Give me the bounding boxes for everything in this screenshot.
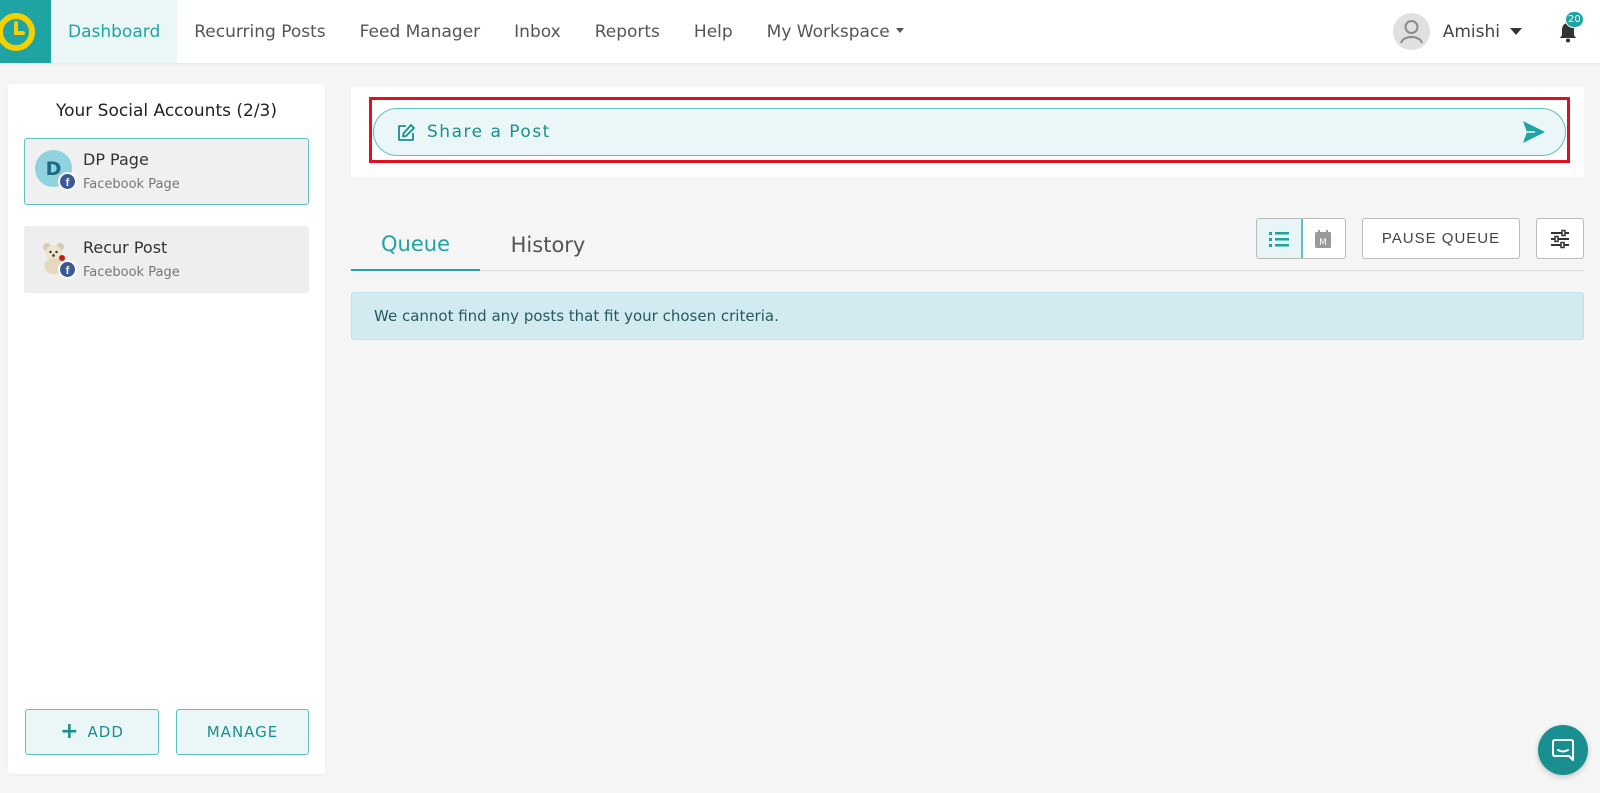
tab-history[interactable]: History bbox=[480, 218, 616, 271]
caret-down-icon bbox=[1510, 28, 1522, 35]
nav-reports[interactable]: Reports bbox=[578, 0, 677, 63]
nav-recurring-posts[interactable]: Recurring Posts bbox=[177, 0, 342, 63]
calendar-view-button[interactable]: M bbox=[1302, 219, 1346, 258]
add-account-button[interactable]: + ADD bbox=[25, 709, 159, 755]
list-view-button[interactable] bbox=[1257, 219, 1303, 258]
nav-my-workspace[interactable]: My Workspace bbox=[750, 0, 921, 63]
main-nav: Dashboard Recurring Posts Feed Manager I… bbox=[51, 0, 921, 63]
chat-support-button[interactable] bbox=[1538, 725, 1588, 775]
account-name: Recur Post bbox=[83, 238, 168, 257]
user-menu[interactable]: Amishi bbox=[1443, 22, 1522, 42]
social-accounts-panel: Your Social Accounts (2/3) D f DP Page F… bbox=[8, 84, 325, 774]
empty-queue-message: We cannot find any posts that fit your c… bbox=[374, 307, 779, 325]
clock-logo-icon bbox=[0, 13, 35, 51]
facebook-icon: f bbox=[58, 260, 77, 279]
facebook-icon: f bbox=[58, 172, 77, 191]
sliders-icon bbox=[1551, 229, 1569, 248]
plus-icon: + bbox=[60, 719, 80, 744]
empty-queue-alert: We cannot find any posts that fit your c… bbox=[351, 292, 1584, 340]
calendar-icon: M bbox=[1315, 229, 1332, 248]
user-name: Amishi bbox=[1442, 21, 1500, 42]
nav-dashboard[interactable]: Dashboard bbox=[51, 0, 178, 63]
notification-count-badge: 20 bbox=[1565, 10, 1584, 28]
share-post-placeholder: Share a Post bbox=[427, 122, 551, 142]
top-navbar: Dashboard Recurring Posts Feed Manager I… bbox=[0, 0, 1600, 63]
account-name: DP Page bbox=[83, 150, 149, 169]
nav-help[interactable]: Help bbox=[677, 0, 750, 63]
user-avatar[interactable] bbox=[1392, 13, 1430, 50]
edit-icon bbox=[398, 124, 415, 141]
view-mode-toggle: M bbox=[1256, 218, 1346, 259]
calendar-icon-letter: M bbox=[1319, 238, 1327, 248]
chat-icon bbox=[1552, 739, 1574, 761]
account-item-recur-post[interactable]: f Recur Post Facebook Page bbox=[24, 226, 309, 293]
list-icon bbox=[1268, 231, 1289, 247]
manage-accounts-label: MANAGE bbox=[206, 723, 279, 741]
account-item-dp-page[interactable]: D f DP Page Facebook Page bbox=[24, 138, 309, 205]
account-type: Facebook Page bbox=[83, 265, 180, 280]
pause-queue-button[interactable]: PAUSE QUEUE bbox=[1362, 218, 1520, 259]
share-post-input[interactable]: Share a Post bbox=[373, 108, 1566, 156]
nav-feed-manager[interactable]: Feed Manager bbox=[343, 0, 497, 63]
add-account-label: ADD bbox=[87, 723, 124, 741]
nav-inbox[interactable]: Inbox bbox=[497, 0, 578, 63]
account-type: Facebook Page bbox=[83, 177, 180, 192]
manage-accounts-button[interactable]: MANAGE bbox=[176, 709, 309, 755]
caret-down-icon bbox=[895, 28, 904, 33]
social-accounts-title: Your Social Accounts (2/3) bbox=[55, 101, 278, 121]
notifications-button[interactable]: 20 bbox=[1556, 10, 1584, 44]
send-icon[interactable] bbox=[1521, 119, 1547, 145]
compose-card: Share a Post bbox=[351, 87, 1584, 177]
filter-settings-button[interactable] bbox=[1536, 218, 1584, 259]
user-area: Amishi 20 bbox=[1392, 0, 1600, 63]
nav-my-workspace-label: My Workspace bbox=[766, 21, 890, 42]
user-silhouette-icon bbox=[1399, 20, 1423, 44]
tab-queue[interactable]: Queue bbox=[351, 218, 480, 271]
app-logo[interactable] bbox=[0, 0, 51, 63]
